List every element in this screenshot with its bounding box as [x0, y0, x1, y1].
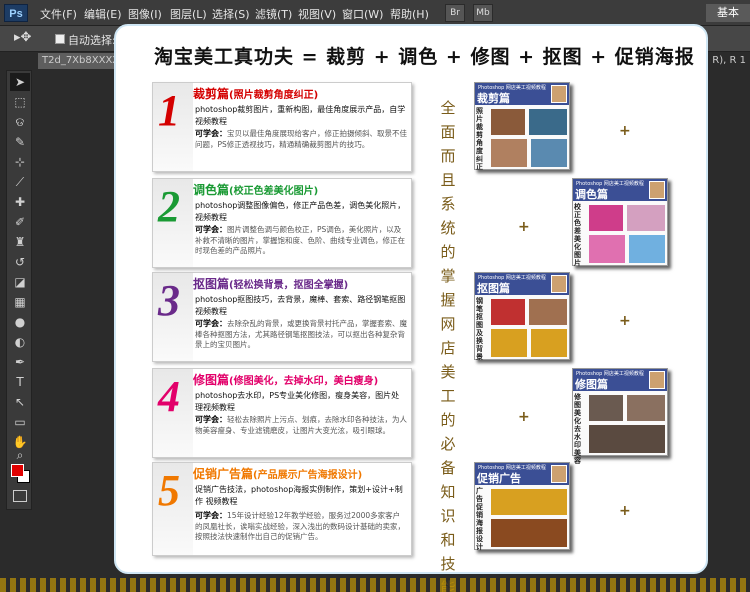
lesson-item-4: 4 修图篇(修图美化，去掉水印，美白瘦身) photoshop去水印，PS专业美…	[152, 368, 412, 458]
history-brush-icon[interactable]: ↺	[10, 253, 30, 271]
product-photo	[491, 109, 525, 135]
clone-stamp-icon[interactable]: ♜	[10, 233, 30, 251]
lesson-item-2: 2 调色篇(校正色差美化图片) photoshop调整图像偏色，修正产品色差，调…	[152, 178, 412, 268]
crop-tool-icon[interactable]: ⊹	[10, 153, 30, 171]
cover-thumbnail-crop: Photoshop 网店美工视频教程 裁剪篇 照片裁剪角度纠正	[474, 82, 570, 171]
lesson-item-3: 3 抠图篇(轻松换背景，抠图全掌握) photoshop抠图技巧，去背景，魔棒、…	[152, 272, 412, 362]
gradient-tool-icon[interactable]: ▦	[10, 293, 30, 311]
lesson-learn: 可学会：宝贝以最佳角度展现给客户，修正拍摄倾斜、取景不佳问题，PS修正透视技巧，…	[195, 129, 407, 149]
lesson-desc: photoshop去水印，PS专业美化修图，瘦身美容，图片处理视频教程	[195, 391, 400, 412]
menu-file[interactable]: 文件(F)	[40, 6, 77, 22]
product-photo	[589, 425, 665, 453]
blur-tool-icon[interactable]: ●	[10, 313, 30, 331]
lesson-desc: photoshop调整图像偏色，修正产品色差，调色美化照片，视频教程	[195, 201, 406, 222]
marquee-tool-icon[interactable]: ⬚	[10, 93, 30, 111]
product-photo	[491, 329, 527, 357]
lesson-number: 5	[158, 466, 180, 515]
type-tool-icon[interactable]: T	[10, 373, 30, 391]
healing-brush-icon[interactable]: ✚	[10, 193, 30, 211]
product-photo	[589, 395, 623, 421]
menu-edit[interactable]: 编辑(E)	[84, 6, 122, 22]
lasso-tool-icon[interactable]: ଡ	[10, 113, 30, 131]
lesson-title: 修图篇(修图美化，去掉水印，美白瘦身)	[193, 373, 379, 387]
product-photo	[529, 109, 567, 135]
lesson-title: 调色篇(校正色差美化图片)	[193, 183, 319, 197]
product-photo	[627, 395, 665, 421]
author-avatar	[649, 181, 665, 199]
cover-thumbnail-promo: Photoshop 网店美工视频教程 促销广告 广告促销海报设计	[474, 462, 570, 551]
product-photo	[589, 205, 623, 231]
menu-select[interactable]: 选择(S)	[212, 6, 250, 22]
zoom-tool-icon[interactable]: ⌕	[10, 446, 30, 464]
product-photo	[491, 489, 567, 515]
minibridge-button[interactable]: Mb	[473, 4, 493, 22]
lesson-learn: 可学会：15年设计经验12年教学经验，服务过2000多家客户的凤凰社长，诶嗡实战…	[195, 511, 405, 541]
bridge-button[interactable]: Br	[445, 4, 465, 22]
lesson-title: 促销广告篇(产品展示广告海报设计)	[193, 467, 363, 481]
menu-layer[interactable]: 图层(L)	[170, 6, 207, 22]
path-select-icon[interactable]: ↖	[10, 393, 30, 411]
cover-thumbnail-retouch: Photoshop 网店美工视频教程 修图篇 修图美化去水印美容	[572, 368, 668, 465]
author-avatar	[551, 465, 567, 483]
cover-thumbnail-cutout: Photoshop 网店美工视频教程 抠图篇 钢笔抠图及换背景	[474, 272, 570, 361]
product-photo	[531, 329, 567, 357]
lesson-number: 2	[158, 182, 180, 231]
lesson-learn: 可学会：去除杂乱的背景，或更换背景衬托产品，掌握套索、魔棒各种抠图方法，尤其路径…	[195, 319, 407, 349]
lesson-desc: 促销广告技法，photoshop海报实例制作，策划+设计+制作 视频教程	[195, 485, 403, 506]
auto-select-label: 自动选择:	[68, 34, 116, 47]
lesson-learn: 可学会：轻松去除照片上污点、划痕，去除水印各种技法，为人物美容瘦身、专业滤镜磨皮…	[195, 415, 407, 435]
eyedropper-tool-icon[interactable]: ⟋	[10, 173, 30, 191]
product-photo	[627, 205, 665, 231]
cover-thumbnail-color: Photoshop 网店美工视频教程 调色篇 校正色差美化图片	[572, 178, 668, 267]
author-avatar	[551, 275, 567, 293]
auto-select-checkbox[interactable]	[55, 34, 65, 44]
info-readout: R), R 1	[712, 55, 746, 66]
lesson-desc: photoshop抠图技巧，去背景，魔棒、套索、路径钢笔抠图视频教程	[195, 295, 406, 316]
shape-tool-icon[interactable]: ▭	[10, 413, 30, 431]
lesson-desc: photoshop裁剪图片，重新构图，最佳角度展示产品，自学视频教程	[195, 105, 406, 126]
lesson-title: 抠图篇(轻松换背景，抠图全掌握)	[193, 277, 349, 291]
author-avatar	[649, 371, 665, 389]
menu-bar: Ps 文件(F) 编辑(E) 图像(I) 图层(L) 选择(S) 滤镜(T) 视…	[0, 0, 750, 26]
status-bar	[0, 578, 750, 592]
lesson-number: 1	[158, 86, 180, 135]
move-tool-icon[interactable]: ➤	[10, 73, 30, 91]
quick-mask-icon[interactable]	[13, 490, 27, 502]
lesson-number: 3	[158, 276, 180, 325]
product-photo	[529, 299, 567, 325]
menu-help[interactable]: 帮助(H)	[390, 6, 429, 22]
pen-tool-icon[interactable]: ✒	[10, 353, 30, 371]
quick-select-tool-icon[interactable]: ✎	[10, 133, 30, 151]
menu-window[interactable]: 窗口(W)	[342, 6, 383, 22]
lesson-item-5: 5 促销广告篇(产品展示广告海报设计) 促销广告技法，photoshop海报实例…	[152, 462, 412, 556]
product-photo	[491, 139, 527, 167]
workspace-switcher[interactable]: 基本	[706, 4, 750, 22]
vertical-slogan: 全面而且系统的掌握网店美工的必备知识和技能	[440, 99, 456, 592]
lesson-number: 4	[158, 372, 180, 421]
product-photo	[629, 235, 665, 263]
menu-image[interactable]: 图像(I)	[128, 6, 162, 22]
dodge-tool-icon[interactable]: ◐	[10, 333, 30, 351]
author-avatar	[551, 85, 567, 103]
toolbox: ➤ ⬚ ଡ ✎ ⊹ ⟋ ✚ ✐ ♜ ↺ ◪ ▦ ● ◐ ✒ T ↖ ▭ ✋ ⌕	[6, 70, 32, 510]
product-photo	[531, 139, 567, 167]
eraser-tool-icon[interactable]: ◪	[10, 273, 30, 291]
document-canvas[interactable]: 淘宝美工真功夫 = 裁剪 + 调色 + 修图 + 抠图 + 促销海报 1 裁剪篇…	[114, 24, 708, 592]
photoshop-logo: Ps	[4, 4, 28, 22]
menu-view[interactable]: 视图(V)	[298, 6, 336, 22]
brush-tool-icon[interactable]: ✐	[10, 213, 30, 231]
menu-filter[interactable]: 滤镜(T)	[255, 6, 292, 22]
lesson-learn: 可学会：图片调整色调与颜色校正，PS调色，美化照片，以及补救不清晰的图片，掌握饱…	[195, 225, 405, 255]
banner-title: 淘宝美工真功夫 = 裁剪 + 调色 + 修图 + 抠图 + 促销海报	[154, 46, 695, 68]
lesson-title: 裁剪篇(照片裁剪角度纠正)	[193, 87, 319, 101]
product-photo	[491, 519, 567, 547]
lesson-item-1: 1 裁剪篇(照片裁剪角度纠正) photoshop裁剪图片，重新构图，最佳角度展…	[152, 82, 412, 172]
move-tool-icon[interactable]: ▸✥	[14, 30, 31, 45]
foreground-color-swatch[interactable]	[11, 464, 24, 477]
product-photo	[491, 299, 525, 325]
photoshop-window: Ps 文件(F) 编辑(E) 图像(I) 图层(L) 选择(S) 滤镜(T) 视…	[0, 0, 750, 592]
product-photo	[589, 235, 625, 263]
